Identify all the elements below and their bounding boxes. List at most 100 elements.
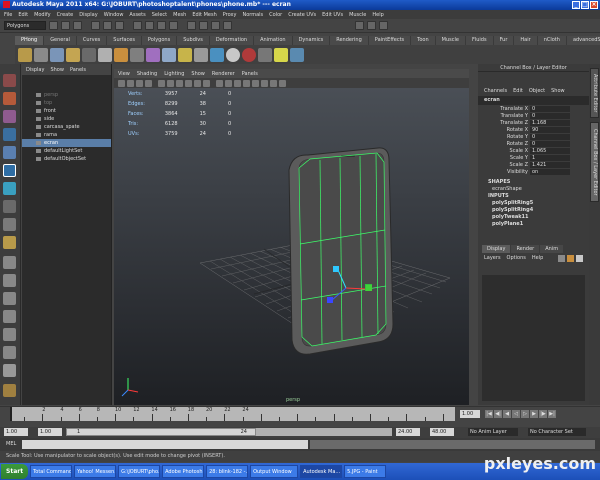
taskbar-item[interactable]: G:\JOBURT\pho...: [118, 465, 161, 478]
outliner-menu-show[interactable]: Show: [50, 67, 64, 73]
go-to-end-icon[interactable]: ▶|: [548, 410, 556, 418]
attribute-row[interactable]: Scale X 1.065: [478, 147, 589, 154]
channel-box-object[interactable]: ecran: [478, 96, 589, 105]
show-attribute-editor-icon[interactable]: [355, 21, 364, 30]
attribute-value[interactable]: 0: [530, 140, 570, 147]
taskbar-item[interactable]: Adobe Photosh...: [162, 465, 205, 478]
show-manipulator-icon[interactable]: [3, 218, 16, 231]
attribute-value[interactable]: 1.421: [530, 161, 570, 168]
xray-joints-icon[interactable]: [234, 79, 241, 87]
outliner-item[interactable]: defaultLightSet: [22, 147, 111, 155]
input-node[interactable]: polySplitRing4: [478, 207, 589, 214]
outliner-menu-display[interactable]: Display: [26, 67, 44, 73]
viewport-menu-view[interactable]: View: [118, 71, 130, 77]
play-forward-icon[interactable]: ▷: [521, 410, 529, 418]
shelf-tool-icon[interactable]: [194, 47, 208, 62]
isolate-select-icon[interactable]: [216, 79, 223, 87]
menu-modify[interactable]: Modify: [34, 12, 51, 18]
shelf-tool-icon[interactable]: [98, 47, 112, 62]
close-button[interactable]: ×: [590, 1, 598, 9]
phone-model[interactable]: [288, 147, 394, 355]
shelf-tool-icon[interactable]: [50, 47, 64, 62]
smooth-shade-icon[interactable]: [167, 79, 174, 87]
open-scene-icon[interactable]: [61, 21, 70, 30]
step-forward-icon[interactable]: ▶: [530, 410, 538, 418]
menu-mesh[interactable]: Mesh: [173, 12, 186, 18]
soft-mod-tool-icon[interactable]: [3, 200, 16, 213]
grid-toggle-icon[interactable]: [145, 79, 152, 87]
shelf-tool-icon[interactable]: [82, 47, 96, 62]
snap-surface-icon[interactable]: [169, 21, 178, 30]
attribute-editor-tab[interactable]: Attribute Editor: [590, 68, 599, 118]
menu-color[interactable]: Color: [269, 12, 282, 18]
outliner-item[interactable]: top: [22, 99, 111, 107]
channel-menu-channels[interactable]: Channels: [484, 88, 507, 94]
menu-help[interactable]: Help: [372, 12, 383, 18]
time-slider[interactable]: 2 4 6 8 10 12 14 16 18 20 22 24 1.00 |◀ ◀| ◀ ◁ ▷ ▶ …: [0, 406, 600, 427]
attribute-row[interactable]: Rotate Y0: [478, 133, 589, 140]
attribute-value[interactable]: 1: [530, 154, 570, 161]
snap-point-icon[interactable]: [157, 21, 166, 30]
layer-tab-render[interactable]: Render: [511, 245, 540, 253]
end-time-field[interactable]: 48.00: [430, 428, 454, 436]
mel-input[interactable]: [22, 440, 308, 449]
mel-label[interactable]: MEL: [6, 441, 16, 447]
shelf-tool-icon[interactable]: [178, 47, 192, 62]
safe-title-icon[interactable]: [279, 79, 286, 87]
outliner-item[interactable]: defaultObjectSet: [22, 155, 111, 163]
attribute-row[interactable]: Rotate X 90: [478, 126, 589, 133]
layout-four-icon[interactable]: [3, 274, 16, 287]
shelf-tab-fur[interactable]: Fur: [494, 36, 515, 45]
range-slider[interactable]: 1 24: [66, 428, 392, 436]
ipr-render-icon[interactable]: [211, 21, 220, 30]
layout-graph-icon[interactable]: [3, 310, 16, 323]
maximize-button[interactable]: □: [581, 1, 589, 9]
render-icon[interactable]: [199, 21, 208, 30]
history-icon[interactable]: [187, 21, 196, 30]
outliner-item[interactable]: side: [22, 115, 111, 123]
show-tool-settings-icon[interactable]: [367, 21, 376, 30]
attribute-row[interactable]: Translate Z 1.168: [478, 119, 589, 126]
step-forward-key-icon[interactable]: |▶: [539, 410, 547, 418]
playback-end-field[interactable]: 24.00: [396, 428, 420, 436]
attribute-row[interactable]: Scale Z 1.421: [478, 161, 589, 168]
layout-outliner-icon[interactable]: [3, 292, 16, 305]
layer-tab-display[interactable]: Display: [482, 245, 511, 253]
lasso-tool-icon[interactable]: [3, 92, 16, 105]
resolution-gate-icon[interactable]: [243, 79, 250, 87]
input-node[interactable]: polyPlane1: [478, 221, 589, 228]
viewport-menu-panels[interactable]: Panels: [242, 71, 258, 77]
shelf-tool-icon[interactable]: [130, 47, 144, 62]
field-chart-icon[interactable]: [261, 79, 268, 87]
camera-attributes-icon[interactable]: [118, 79, 125, 87]
menu-edit-uvs[interactable]: Edit UVs: [322, 12, 343, 18]
f1-icon[interactable]: [274, 47, 288, 62]
shelf-tool-icon[interactable]: [18, 47, 32, 62]
layer-menu-layers[interactable]: Layers: [484, 255, 501, 261]
taskbar-item[interactable]: 5.JPG - Paint: [344, 465, 387, 478]
channel-menu-show[interactable]: Show: [551, 88, 565, 94]
viewport-menu-shading[interactable]: Shading: [137, 71, 157, 77]
attribute-value[interactable]: on: [530, 168, 570, 175]
snap-curve-icon[interactable]: [145, 21, 154, 30]
shelf-tool-icon[interactable]: [114, 47, 128, 62]
menu-file[interactable]: File: [4, 12, 12, 18]
render-settings-icon[interactable]: [223, 21, 232, 30]
menu-window[interactable]: Window: [104, 12, 124, 18]
move-tool-icon[interactable]: [3, 128, 16, 141]
layer-menu-help[interactable]: Help: [532, 255, 543, 261]
input-node[interactable]: polySplitRing5: [478, 200, 589, 207]
current-time-marker[interactable]: [10, 407, 12, 421]
menu-set-select[interactable]: Polygons: [4, 21, 46, 30]
attribute-value[interactable]: 0: [530, 112, 570, 119]
show-channel-box-icon[interactable]: [379, 21, 388, 30]
outliner-item[interactable]: front: [22, 107, 111, 115]
attribute-row[interactable]: Rotate Z0: [478, 140, 589, 147]
shadows-icon[interactable]: [203, 79, 210, 87]
manipulator-tool-icon[interactable]: [3, 182, 16, 195]
layout-extra-icon[interactable]: [3, 384, 16, 397]
image-plane-icon[interactable]: [136, 79, 143, 87]
attribute-value[interactable]: 0: [530, 133, 570, 140]
layer-tab-anim[interactable]: Anim: [540, 245, 564, 253]
shelf-tool-icon[interactable]: [34, 47, 48, 62]
